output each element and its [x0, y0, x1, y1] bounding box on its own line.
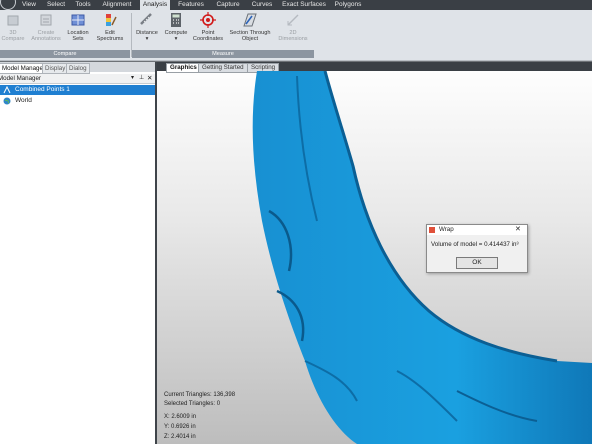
- close-icon[interactable]: ✕: [515, 225, 521, 235]
- point-coordinates-button[interactable]: Point Coordinates: [190, 12, 226, 50]
- distance-button[interactable]: Distance ▾: [133, 12, 161, 50]
- current-triangles-readout: Current Triangles: 136,398: [164, 392, 236, 398]
- tree-item-combined-points[interactable]: Combined Points 1: [0, 85, 155, 95]
- panel-tabs: Model Manager Display Dialog: [0, 62, 155, 74]
- ribbon: 3D Compare Create Annotations Location S…: [0, 10, 592, 61]
- app-logo-icon[interactable]: [0, 0, 16, 10]
- 3d-compare-label: 3D Compare: [1, 30, 25, 43]
- ok-button[interactable]: OK: [456, 257, 498, 269]
- tree-item-label: Combined Points 1: [15, 86, 70, 93]
- y-coordinate-readout: Y: 0.6926 in: [164, 424, 196, 430]
- x-coordinate-readout: X: 2.6009 in: [164, 414, 197, 420]
- tab-display[interactable]: Display: [42, 63, 69, 74]
- location-sets-icon: [71, 14, 85, 26]
- annotations-icon: [40, 14, 52, 26]
- point-cloud-icon: [3, 86, 11, 94]
- wrap-app-icon: [429, 227, 435, 233]
- dialog-titlebar: Wrap ✕: [427, 225, 527, 235]
- pin-icon[interactable]: ▾: [131, 74, 134, 83]
- menu-select[interactable]: Select: [44, 0, 68, 10]
- panel-header: Model Manager ▾ ⊥ ✕: [0, 74, 155, 84]
- dropdown-arrow: ▾: [174, 36, 178, 43]
- menu-tools[interactable]: Tools: [72, 0, 94, 10]
- wrap-dialog: Wrap ✕ Volume of model = 0.414437 in³ OK: [426, 224, 528, 273]
- edit-spectrums-icon: [106, 14, 117, 26]
- tab-model-manager[interactable]: Model Manager: [0, 63, 48, 74]
- 2d-dimensions-button[interactable]: 2D Dimensions: [276, 12, 310, 50]
- menu-alignment[interactable]: Alignment: [98, 0, 136, 10]
- globe-icon: [3, 97, 11, 105]
- ruler-icon: [140, 13, 152, 25]
- 2d-dimensions-icon: [287, 14, 299, 26]
- close-icon[interactable]: ✕: [147, 74, 152, 83]
- calculator-icon: [171, 13, 181, 27]
- point-coordinates-label: Point Coordinates: [192, 30, 224, 43]
- tab-dialog[interactable]: Dialog: [66, 63, 90, 74]
- location-sets-label: Location Sets: [67, 30, 89, 43]
- menu-view[interactable]: View: [17, 0, 41, 10]
- selected-triangles-readout: Selected Triangles: 0: [164, 401, 221, 407]
- edit-spectrums-button[interactable]: Edit Spectrums: [95, 12, 125, 50]
- z-coordinate-readout: Z: 2.4014 in: [164, 434, 196, 440]
- section-through-object-label: Section Through Object: [229, 30, 271, 43]
- 3d-compare-button[interactable]: 3D Compare: [0, 12, 26, 50]
- section-through-object-button[interactable]: Section Through Object: [226, 12, 274, 50]
- tree-item-world[interactable]: World: [0, 96, 155, 106]
- model-manager-panel: Model Manager Display Dialog Model Manag…: [0, 62, 157, 444]
- tree-item-label: World: [15, 97, 32, 104]
- pushpin-icon[interactable]: ⊥: [139, 74, 144, 83]
- edit-spectrums-label: Edit Spectrums: [96, 30, 124, 43]
- dropdown-arrow: ▾: [145, 36, 149, 43]
- menu-bar: View Select Tools Alignment Analysis Fea…: [0, 0, 592, 11]
- menu-features[interactable]: Features: [174, 0, 208, 10]
- menu-polygons[interactable]: Polygons: [332, 0, 364, 10]
- measure-group-label: Measure: [132, 50, 314, 58]
- dialog-message: Volume of model = 0.414437 in³: [431, 241, 519, 248]
- location-sets-button[interactable]: Location Sets: [64, 12, 92, 50]
- 2d-dimensions-label: 2D Dimensions: [278, 30, 308, 43]
- menu-exact-surfaces[interactable]: Exact Surfaces: [280, 0, 328, 10]
- create-annotations-label: Create Annotations: [31, 30, 61, 43]
- distance-label: Distance: [136, 30, 158, 36]
- section-icon: [243, 13, 257, 27]
- 3d-compare-icon: [7, 15, 19, 26]
- menu-capture[interactable]: Capture: [212, 0, 244, 10]
- dialog-title: Wrap: [439, 226, 454, 233]
- compute-label: Compute: [164, 30, 188, 36]
- compute-button[interactable]: Compute ▾: [162, 12, 190, 50]
- crosshair-icon: [200, 12, 216, 28]
- viewport-tabs: Graphics Getting Started Scripting: [157, 62, 592, 73]
- compare-group-label: Compare: [0, 50, 130, 58]
- panel-title: Model Manager: [0, 75, 41, 82]
- create-annotations-button[interactable]: Create Annotations: [28, 12, 64, 50]
- menu-curves[interactable]: Curves: [248, 0, 276, 10]
